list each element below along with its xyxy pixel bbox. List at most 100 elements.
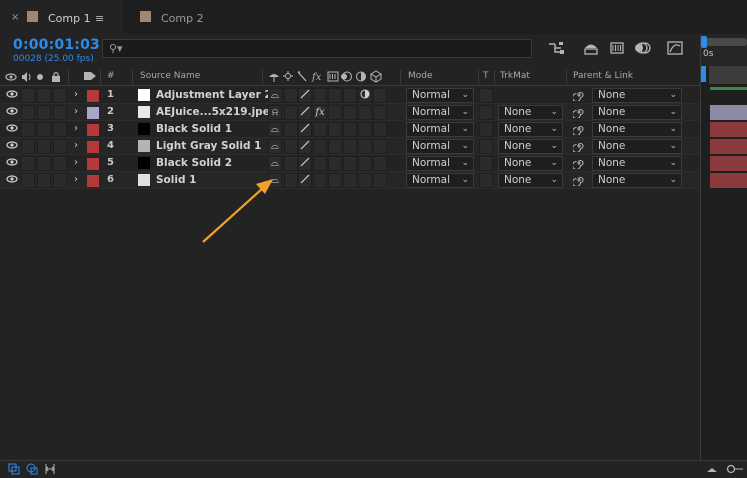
quality-switch[interactable] [298,88,312,103]
layer-duration-bar[interactable] [710,122,747,137]
label-icon[interactable] [83,70,97,85]
motion-blur-switch[interactable] [343,105,357,120]
layer-duration-bar[interactable] [710,139,747,154]
quality-switch[interactable] [298,122,312,137]
parent-dropdown[interactable]: None ⌄ [592,173,682,188]
motion-blur-switch[interactable] [343,88,357,103]
adjustment-layer-switch[interactable] [358,156,372,171]
layer-row[interactable]: › 6 Solid 1 ⌓ Normal ⌄ None ⌄ None ⌄ [0,172,700,189]
expand-chevron-icon[interactable]: › [74,123,78,138]
adjustment-layer-switch[interactable] [358,173,372,188]
blend-mode-dropdown[interactable]: Normal ⌄ [406,122,474,137]
motion-blur-switch[interactable] [343,156,357,171]
label-color-swatch[interactable] [87,141,99,153]
collapse-switch[interactable] [284,139,298,154]
layer-row[interactable]: › 4 Light Gray Solid 1 ⌓ Normal ⌄ None ⌄… [0,138,700,155]
layer-name[interactable]: Black Solid 1 [156,123,232,138]
3d-layer-switch[interactable] [373,156,387,171]
shy-switch[interactable]: ⌓ [268,122,282,137]
tab-comp-1[interactable]: × Comp 1 ≡ [0,0,123,34]
expand-chevron-icon[interactable]: › [74,157,78,172]
zoom-out-icon[interactable] [706,463,718,478]
eye-icon[interactable] [6,89,19,104]
column-source-name[interactable]: Source Name [140,71,200,81]
audio-toggle[interactable] [21,139,35,154]
shy-switch[interactable]: ⌓ [268,88,282,103]
3d-layer-switch[interactable] [373,105,387,120]
frame-blend-switch[interactable] [328,173,342,188]
shy-switch[interactable]: ⍾ [268,105,282,120]
blend-mode-dropdown[interactable]: Normal ⌄ [406,173,474,188]
effects-switch[interactable]: fx [313,105,327,120]
time-ruler[interactable]: 0s [701,34,747,84]
navigator-start-handle[interactable] [701,36,707,48]
preserve-transparency-toggle[interactable] [479,156,493,171]
frame-blend-switch[interactable] [328,156,342,171]
preserve-transparency-toggle[interactable] [479,105,493,120]
quality-switch[interactable] [298,105,312,120]
spiral-parent-icon[interactable] [571,157,585,172]
spiral-parent-icon[interactable] [571,123,585,138]
close-icon[interactable]: × [11,12,19,23]
label-color-swatch[interactable] [87,175,99,187]
adjustment-layer-switch[interactable] [358,139,372,154]
layer-name[interactable]: Black Solid 2 [156,157,232,172]
solo-toggle[interactable] [37,156,51,171]
effects-switch[interactable] [313,173,327,188]
toggle-modes-icon[interactable] [26,463,38,478]
track-matte-dropdown[interactable]: None ⌄ [498,156,563,171]
eye-icon[interactable] [6,174,19,189]
frame-blend-switch[interactable] [328,139,342,154]
lock-toggle[interactable] [53,156,67,171]
layer-duration-bar[interactable] [710,156,747,171]
adjustment-layer-switch[interactable] [358,105,372,120]
track-matte-dropdown[interactable]: None ⌄ [498,173,563,188]
audio-toggle[interactable] [21,88,35,103]
layer-duration-bar[interactable] [710,173,747,188]
effects-switch[interactable] [313,88,327,103]
audio-toggle[interactable] [21,173,35,188]
3d-layer-switch[interactable] [373,88,387,103]
spiral-parent-icon[interactable] [571,89,585,104]
preserve-transparency-toggle[interactable] [479,139,493,154]
effects-switch[interactable] [313,122,327,137]
lock-toggle[interactable] [53,88,67,103]
toggle-layer-switches-icon[interactable] [8,463,20,478]
quality-switch[interactable] [298,139,312,154]
solo-toggle[interactable] [37,122,51,137]
layer-row[interactable]: › 5 Black Solid 2 ⌓ Normal ⌄ None ⌄ None… [0,155,700,172]
audio-toggle[interactable] [21,122,35,137]
3d-layer-switch[interactable] [373,122,387,137]
parent-dropdown[interactable]: None ⌄ [592,156,682,171]
zoom-slider-icon[interactable] [726,463,744,478]
column-parent-link[interactable]: Parent & Link [573,71,633,81]
motion-blur-switch[interactable] [343,139,357,154]
frame-blend-switch[interactable] [328,122,342,137]
tab-comp-2[interactable]: Comp 2 [123,0,243,34]
solo-toggle[interactable] [37,105,51,120]
parent-dropdown[interactable]: None ⌄ [592,105,682,120]
blend-mode-dropdown[interactable]: Normal ⌄ [406,139,474,154]
layer-name[interactable]: AEJuice...5x219.jpeg [156,106,277,121]
solo-toggle[interactable] [37,88,51,103]
layer-duration-bar[interactable] [710,105,747,120]
shy-layers-icon[interactable] [581,40,601,58]
layer-row[interactable]: › 1 Adjustment Layer 2 ⌓ Normal ⌄ None ⌄ [0,87,700,104]
expand-chevron-icon[interactable]: › [74,89,78,104]
graph-editor-icon[interactable] [665,40,685,58]
spiral-parent-icon[interactable] [571,140,585,155]
expand-chevron-icon[interactable]: › [74,174,78,189]
motion-blur-switch[interactable] [343,122,357,137]
expand-chevron-icon[interactable]: › [74,106,78,121]
adjustment-layer-switch[interactable] [358,88,372,103]
audio-toggle[interactable] [21,156,35,171]
lock-toggle[interactable] [53,105,67,120]
solo-toggle[interactable] [37,139,51,154]
quality-switch[interactable] [298,173,312,188]
label-color-swatch[interactable] [87,90,99,102]
blend-mode-dropdown[interactable]: Normal ⌄ [406,105,474,120]
spiral-parent-icon[interactable] [571,106,585,121]
shy-switch[interactable]: ⌓ [268,156,282,171]
lock-toggle[interactable] [53,173,67,188]
preserve-transparency-toggle[interactable] [479,88,493,103]
